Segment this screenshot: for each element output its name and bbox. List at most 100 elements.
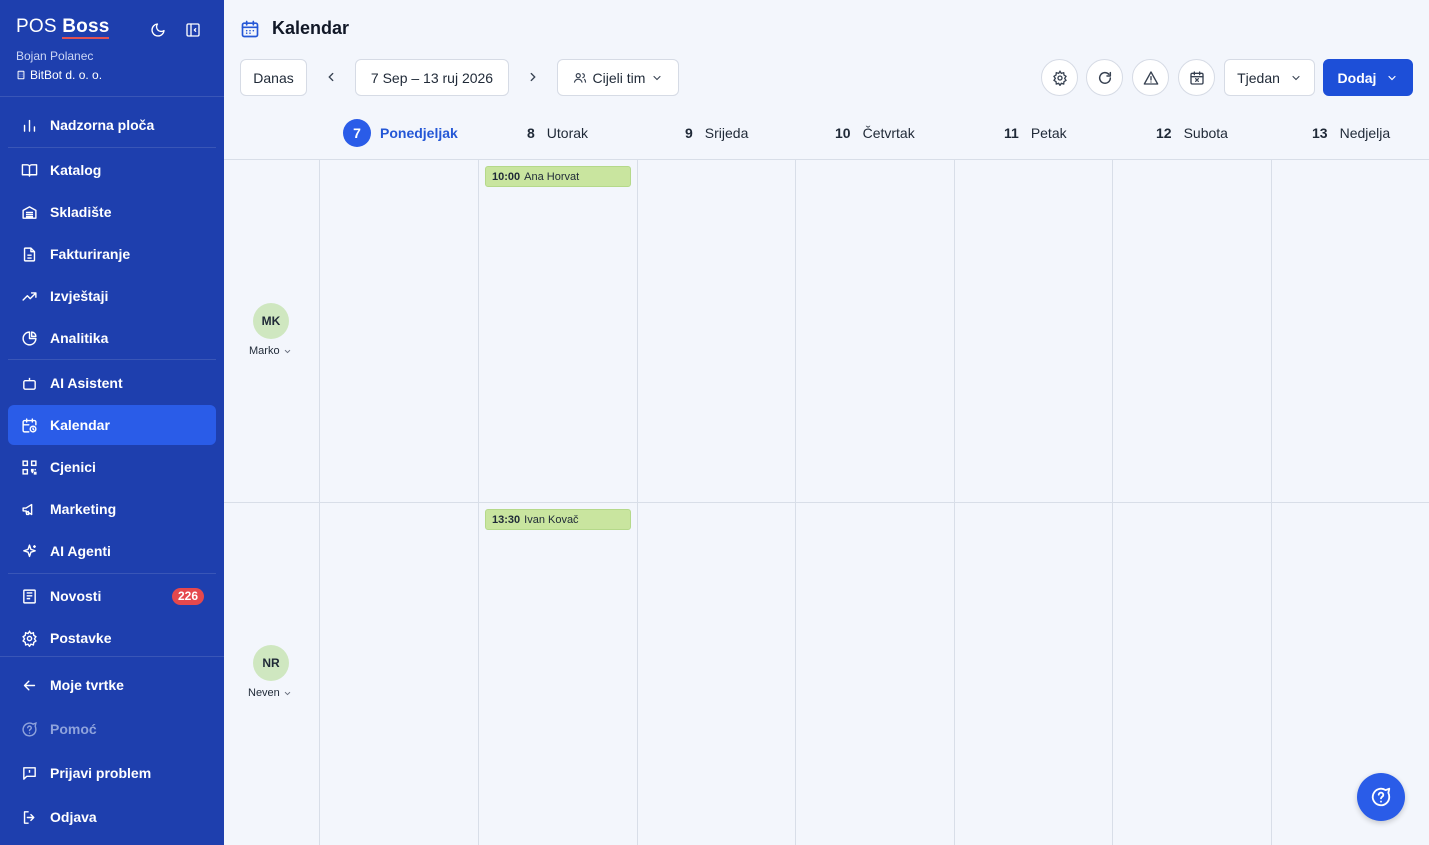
day-name: Utorak xyxy=(546,125,589,141)
event-time: 10:00 xyxy=(492,170,521,183)
team-select[interactable]: Cijeli tim xyxy=(557,59,679,96)
date-range-picker[interactable]: 7 Sep – 13 ruj 2026 xyxy=(355,59,509,96)
column-divider xyxy=(1271,159,1272,845)
user-name: Bojan Polanec xyxy=(16,49,94,63)
sidebar-item-moje-tvrtke[interactable]: Moje tvrtke xyxy=(8,665,216,705)
chevron-right-icon xyxy=(530,72,536,82)
sidebar-item-ai-agenti[interactable]: AI Agenti xyxy=(8,531,216,571)
member-name-marko[interactable]: Marko xyxy=(249,345,292,357)
divider xyxy=(0,656,224,657)
today-button[interactable]: Danas xyxy=(240,59,307,96)
sidebar-item-analitika[interactable]: Analitika xyxy=(8,318,216,358)
company-name[interactable]: BitBot d. o. o. xyxy=(16,68,102,82)
add-button[interactable]: Dodaj xyxy=(1323,59,1413,96)
users-icon xyxy=(573,72,586,83)
support-chat-button[interactable] xyxy=(1357,773,1405,821)
row-divider xyxy=(224,502,1429,503)
megaphone-icon xyxy=(20,500,38,518)
day-header-sunday[interactable]: 13 Nedjelja xyxy=(1312,118,1390,148)
book-icon xyxy=(20,161,38,179)
sidebar-item-marketing[interactable]: Marketing xyxy=(8,489,216,529)
appointment-event[interactable]: 13:30 Ivan Kovač xyxy=(485,509,631,530)
calendar-icon xyxy=(241,20,259,37)
chevron-down-icon xyxy=(1388,75,1397,80)
warning-icon xyxy=(1143,70,1158,85)
sidebar-item-katalog[interactable]: Katalog xyxy=(8,150,216,190)
brand-logo[interactable]: POS Boss xyxy=(16,16,110,39)
day-name: Petak xyxy=(1030,125,1067,141)
sidebar-item-label: Moje tvrtke xyxy=(50,677,124,693)
trending-up-icon xyxy=(20,287,38,305)
sidebar-item-label: Odjava xyxy=(50,809,97,825)
calendar-jump-button[interactable] xyxy=(1178,59,1215,96)
day-header-saturday[interactable]: 12 Subota xyxy=(1156,118,1228,148)
member-name-label: Neven xyxy=(248,687,280,699)
sidebar-item-label: Postavke xyxy=(50,630,112,646)
day-number: 9 xyxy=(685,125,693,141)
event-client: Ivan Kovač xyxy=(524,513,579,526)
sidebar-item-kalendar[interactable]: Kalendar xyxy=(8,405,216,445)
next-week-button[interactable] xyxy=(523,67,543,87)
team-select-label: Cijeli tim xyxy=(592,69,646,86)
day-header-thursday[interactable]: 10 Četvrtak xyxy=(835,118,915,148)
chevron-left-icon xyxy=(328,72,334,82)
avatar[interactable]: MK xyxy=(253,303,289,339)
sidebar-item-label: Pomoć xyxy=(50,721,97,737)
prev-week-button[interactable] xyxy=(321,67,341,87)
day-number: 13 xyxy=(1312,125,1328,141)
sidebar-item-prijavi-problem[interactable]: Prijavi problem xyxy=(8,753,216,793)
event-client: Ana Horvat xyxy=(524,170,580,183)
newspaper-icon xyxy=(20,587,38,605)
divider xyxy=(0,96,224,97)
dark-mode-icon[interactable] xyxy=(149,21,167,39)
chevron-down-icon xyxy=(1292,75,1300,80)
sidebar-item-label: Cjenici xyxy=(50,459,96,475)
day-header-wednesday[interactable]: 9 Srijeda xyxy=(685,118,748,148)
settings-button[interactable] xyxy=(1041,59,1078,96)
chevron-down-icon xyxy=(284,349,290,353)
warehouse-icon xyxy=(20,203,38,221)
column-divider xyxy=(637,159,638,845)
day-header-friday[interactable]: 11 Petak xyxy=(1004,118,1067,148)
sparkles-icon xyxy=(20,542,38,560)
brand-boss-text: Boss xyxy=(62,16,110,39)
logout-icon xyxy=(20,808,38,826)
day-number: 10 xyxy=(835,125,851,141)
view-select[interactable]: Tjedan xyxy=(1224,59,1315,96)
brand-pos-text: POS xyxy=(16,16,57,37)
page-title: Kalendar xyxy=(272,18,350,38)
sidebar-item-nadzorna-ploca[interactable]: Nadzorna ploča xyxy=(8,105,216,145)
sidebar: POS Boss Bojan Polanec BitBot d. o. o. N… xyxy=(0,0,224,845)
sidebar-item-label: Skladište xyxy=(50,204,112,220)
sidebar-item-izvjestaji[interactable]: Izvještaji xyxy=(8,276,216,316)
member-name-neven[interactable]: Neven xyxy=(248,687,292,699)
appointment-event[interactable]: 10:00 Ana Horvat xyxy=(485,166,631,187)
sidebar-item-ai-asistent[interactable]: AI Asistent xyxy=(8,363,216,403)
sidebar-item-fakturiranje[interactable]: Fakturiranje xyxy=(8,234,216,274)
column-divider xyxy=(1112,159,1113,845)
member-name-label: Marko xyxy=(249,345,280,357)
sidebar-item-postavke[interactable]: Postavke xyxy=(8,618,216,658)
divider xyxy=(8,573,216,574)
refresh-button[interactable] xyxy=(1086,59,1123,96)
alerts-button[interactable] xyxy=(1132,59,1169,96)
day-header-monday[interactable]: 7 Ponedjeljak xyxy=(343,118,458,148)
avatar[interactable]: NR xyxy=(253,645,289,681)
message-alert-icon xyxy=(20,764,38,782)
calendar-x-icon xyxy=(1189,70,1204,85)
day-header-tuesday[interactable]: 8 Utorak xyxy=(527,118,588,148)
column-divider xyxy=(319,159,320,845)
sidebar-item-cjenici[interactable]: Cjenici xyxy=(8,447,216,487)
sidebar-item-skladiste[interactable]: Skladište xyxy=(8,192,216,232)
sidebar-item-novosti[interactable]: Novosti 226 xyxy=(8,576,216,616)
day-name: Srijeda xyxy=(704,125,749,141)
calendar-clock-icon xyxy=(20,416,38,434)
sidebar-item-odjava[interactable]: Odjava xyxy=(8,797,216,837)
sidebar-item-label: AI Asistent xyxy=(50,375,123,391)
chevron-down-icon xyxy=(653,75,661,80)
building-icon xyxy=(17,70,25,80)
sidebar-item-pomoc[interactable]: Pomoć xyxy=(8,709,216,749)
view-select-label: Tjedan xyxy=(1237,69,1280,86)
collapse-sidebar-icon[interactable] xyxy=(184,21,202,39)
divider xyxy=(8,359,216,360)
